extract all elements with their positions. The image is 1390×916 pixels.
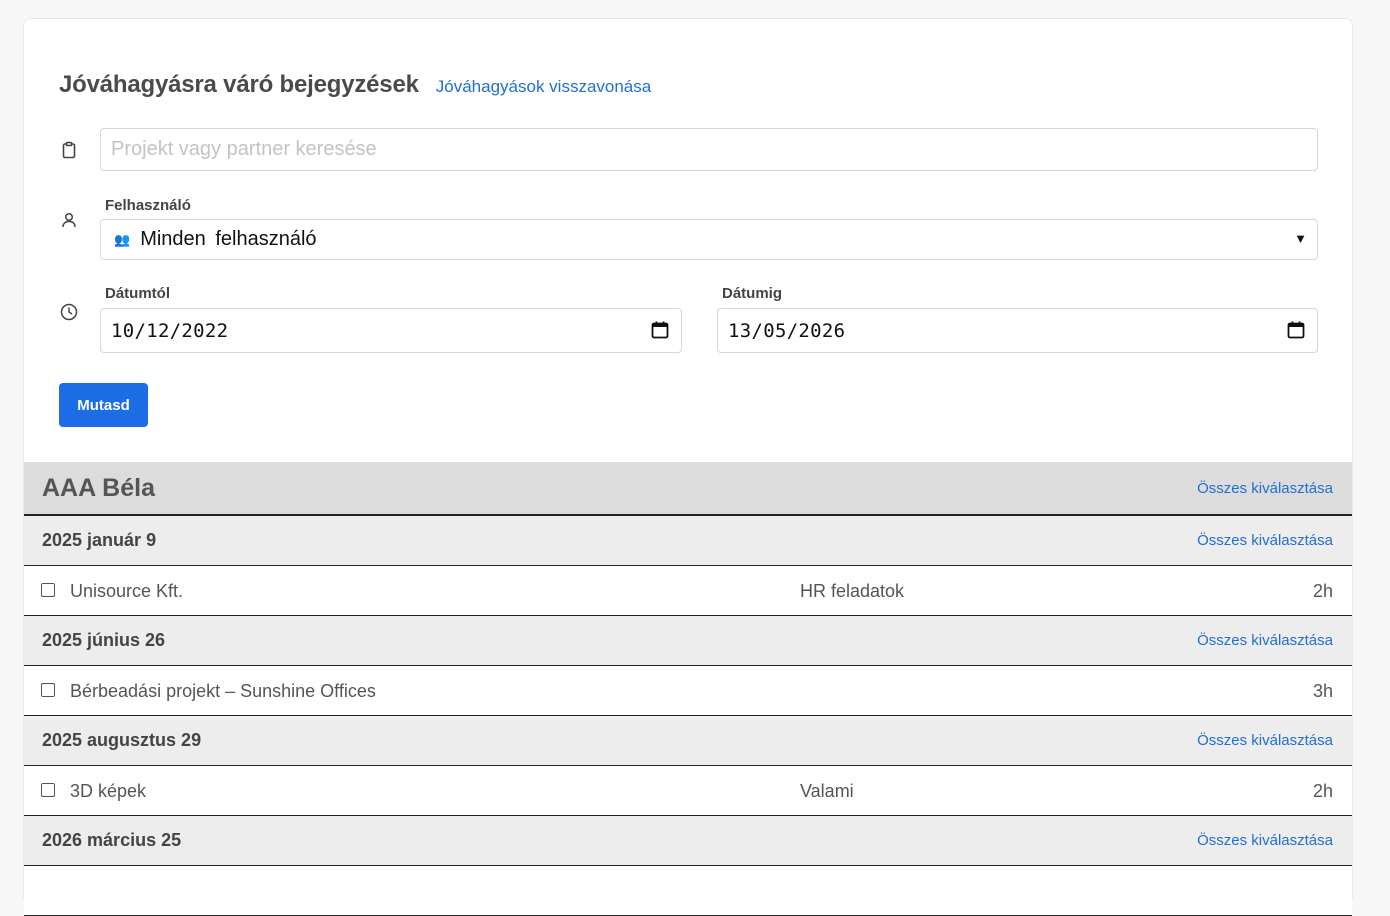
revoke-approvals-link[interactable]: Jóváhagyások visszavonása: [436, 77, 651, 97]
select-all-date-link[interactable]: Összes kiválasztása: [1197, 632, 1333, 649]
list-item: Bérbeadási projekt – Sunshine Offices 3h: [24, 666, 1352, 716]
approval-list: AAA Béla Összes kiválasztása 2025 január…: [24, 462, 1352, 916]
entry-project: Bérbeadási projekt – Sunshine Offices: [70, 681, 376, 701]
approval-card: Jóváhagyásra váró bejegyzések Jóváhagyás…: [23, 18, 1353, 916]
user-select-value: Minden felhasználó: [140, 228, 317, 250]
select-all-date-link[interactable]: Összes kiválasztása: [1197, 832, 1333, 849]
entry-task: Valami: [800, 781, 854, 801]
user-icon: [59, 210, 79, 230]
date-group-title: 2026 március 25: [42, 830, 182, 850]
date-from-input[interactable]: 10/12/2022: [100, 308, 682, 353]
entry-hours: 2h: [1312, 581, 1333, 601]
entry-checkbox[interactable]: [41, 783, 55, 797]
user-filter-label: Felhasználó: [105, 197, 191, 214]
user-name: AAA Béla: [42, 473, 155, 502]
date-group-title: 2025 augusztus 29: [42, 730, 202, 750]
calendar-icon[interactable]: [1287, 321, 1305, 339]
date-group-title: 2025 június 26: [42, 630, 166, 650]
entry-hours: 3h: [1312, 681, 1333, 701]
entry-checkbox[interactable]: [41, 583, 55, 597]
dropdown-caret-icon: ▼: [1294, 231, 1307, 246]
date-to-input[interactable]: 13/05/2026: [717, 308, 1318, 353]
date-group-header: 2026 március 25 Összes kiválasztása: [24, 816, 1352, 866]
select-all-date-link[interactable]: Összes kiválasztása: [1197, 732, 1333, 749]
date-from-value: 10/12/2022: [111, 319, 229, 342]
list-item: 3D képek Valami 2h: [24, 766, 1352, 816]
entry-hours: 2h: [1312, 781, 1333, 801]
date-group-header: 2025 augusztus 29 Összes kiválasztása: [24, 716, 1352, 766]
show-button[interactable]: Mutasd: [59, 383, 148, 427]
calendar-icon[interactable]: [651, 321, 669, 339]
date-to-value: 13/05/2026: [728, 319, 846, 342]
user-select[interactable]: 👥 Minden felhasználó ▼: [100, 219, 1318, 260]
select-all-date-link[interactable]: Összes kiválasztása: [1197, 532, 1333, 549]
clipboard-icon: [59, 140, 79, 160]
users-icon: 👥: [114, 231, 130, 247]
entry-task: HR feladatok: [800, 581, 905, 601]
page-header: Jóváhagyásra váró bejegyzések Jóváhagyás…: [59, 71, 651, 99]
date-to-label: Dátumig: [722, 285, 782, 302]
entry-project: Unisource Kft.: [70, 581, 184, 601]
date-group-title: 2025 január 9: [42, 530, 157, 550]
entry-checkbox[interactable]: [41, 683, 55, 697]
date-group-header: 2025 január 9 Összes kiválasztása: [24, 516, 1352, 566]
list-item: Unisource Kft. HR feladatok 2h: [24, 566, 1352, 616]
list-item: [24, 866, 1352, 916]
select-all-user-link[interactable]: Összes kiválasztása: [1197, 480, 1333, 497]
date-from-label: Dátumtól: [105, 285, 170, 302]
date-group-header: 2025 június 26 Összes kiválasztása: [24, 616, 1352, 666]
page-title: Jóváhagyásra váró bejegyzések: [59, 71, 419, 98]
entry-project: 3D képek: [70, 781, 147, 801]
clock-icon: [59, 302, 79, 322]
project-partner-search-input[interactable]: [100, 128, 1318, 171]
user-group-header: AAA Béla Összes kiválasztása: [24, 462, 1352, 516]
